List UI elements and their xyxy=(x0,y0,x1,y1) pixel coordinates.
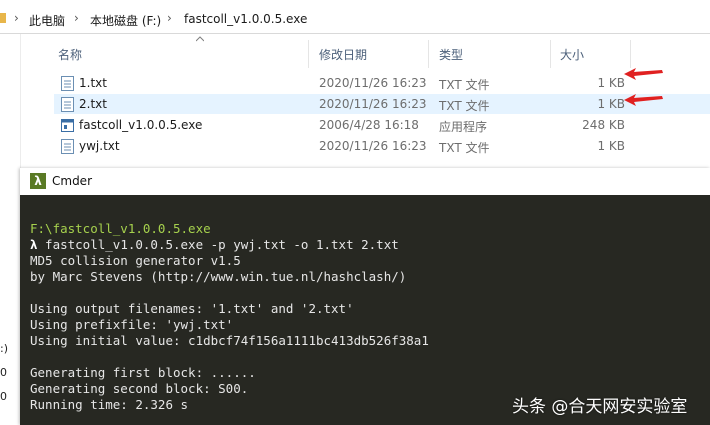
exe-file-icon xyxy=(61,119,74,132)
column-header-name[interactable]: 名称 xyxy=(58,46,82,63)
cmder-title-bar[interactable]: λ Cmder xyxy=(20,168,710,196)
file-type: TXT 文件 xyxy=(439,99,490,113)
column-header-date[interactable]: 修改日期 xyxy=(319,46,367,63)
watermark: 头条 @合天网安实验室 xyxy=(512,397,688,417)
file-row-fastcoll-exe[interactable]: fastcoll_v1.0.0.5.exe 2006/4/28 16:18 应用… xyxy=(54,115,710,135)
file-date: 2006/4/28 16:18 xyxy=(319,118,419,132)
file-size: 1 KB xyxy=(597,139,625,153)
column-headers: 名称 修改日期 类型 大小 xyxy=(20,34,710,68)
terminal-line-command: λ fastcoll_v1.0.0.5.exe -p ywj.txt -o 1.… xyxy=(30,237,399,252)
strip-text: 0 xyxy=(0,366,7,379)
file-date: 2020/11/26 16:23 xyxy=(319,97,427,111)
breadcrumb-separator-icon: › xyxy=(167,11,172,25)
file-date: 2020/11/26 16:23 xyxy=(319,139,427,153)
file-type: TXT 文件 xyxy=(439,78,490,92)
file-type: 应用程序 xyxy=(439,120,488,134)
terminal-line: Using prefixfile: 'ywj.txt' xyxy=(30,317,234,332)
file-name: 2.txt xyxy=(79,97,107,111)
breadcrumb-item-drive[interactable]: 本地磁盘 (F:) xyxy=(90,12,161,29)
terminal-line: Generating second block: S00. xyxy=(30,381,249,396)
breadcrumb-item-folder[interactable]: fastcoll_v1.0.0.5.exe xyxy=(184,12,307,26)
text-file-icon xyxy=(61,97,74,112)
prompt-lambda: λ xyxy=(30,237,38,252)
terminal-line: Using initial value: c1dbcf74f156a1111bc… xyxy=(30,333,429,348)
folder-icon xyxy=(0,13,6,23)
column-divider[interactable] xyxy=(428,40,429,68)
strip-text: :) xyxy=(0,342,8,355)
file-date: 2020/11/26 16:23 xyxy=(319,76,427,90)
file-name: 1.txt xyxy=(79,76,107,90)
file-row-2-txt[interactable]: 2.txt 2020/11/26 16:23 TXT 文件 1 KB xyxy=(54,94,710,114)
terminal-line: MD5 collision generator v1.5 xyxy=(30,253,241,268)
column-divider[interactable] xyxy=(550,40,551,68)
terminal-line-cwd: F:\fastcoll_v1.0.0.5.exe xyxy=(30,221,211,236)
annotation-arrow-icon xyxy=(624,68,663,80)
file-row-ywj-txt[interactable]: ywj.txt 2020/11/26 16:23 TXT 文件 1 KB xyxy=(54,136,710,156)
strip-text: 0 xyxy=(0,390,7,403)
annotation-arrow-icon xyxy=(624,94,663,106)
file-size: 1 KB xyxy=(597,76,625,90)
breadcrumb-separator-icon: › xyxy=(14,11,19,25)
file-row-1-txt[interactable]: 1.txt 2020/11/26 16:23 TXT 文件 1 KB xyxy=(54,73,710,93)
text-file-icon xyxy=(61,76,74,91)
navigation-pane[interactable] xyxy=(0,34,21,168)
terminal-line: by Marc Stevens (http://www.win.tue.nl/h… xyxy=(30,269,407,284)
text-file-icon xyxy=(61,139,74,154)
column-divider[interactable] xyxy=(308,40,309,68)
column-divider[interactable] xyxy=(630,40,631,68)
file-size: 248 KB xyxy=(582,118,625,132)
cmder-window: λ Cmder F:\fastcoll_v1.0.0.5.exe λ fastc… xyxy=(20,168,710,425)
terminal-line: Using output filenames: '1.txt' and '2.t… xyxy=(30,301,354,316)
column-header-size[interactable]: 大小 xyxy=(560,46,584,63)
address-bar[interactable]: › 此电脑 › 本地磁盘 (F:) › fastcoll_v1.0.0.5.ex… xyxy=(0,0,710,34)
breadcrumb-separator-icon: › xyxy=(74,11,79,25)
cmder-lambda-icon: λ xyxy=(30,173,46,189)
terminal-line: Running time: 2.326 s xyxy=(30,397,189,412)
sort-ascending-icon xyxy=(196,36,204,42)
terminal-line: Generating first block: ...... xyxy=(30,365,256,380)
file-type: TXT 文件 xyxy=(439,141,490,155)
file-name: ywj.txt xyxy=(79,139,120,153)
window-title: Cmder xyxy=(52,174,93,188)
file-size: 1 KB xyxy=(597,97,625,111)
background-window-strip: :) 0 0 xyxy=(0,168,20,425)
command-text: fastcoll_v1.0.0.5.exe -p ywj.txt -o 1.tx… xyxy=(37,237,399,252)
column-header-type[interactable]: 类型 xyxy=(439,46,463,63)
breadcrumb-item-this-pc[interactable]: 此电脑 xyxy=(29,12,65,29)
file-explorer: › 此电脑 › 本地磁盘 (F:) › fastcoll_v1.0.0.5.ex… xyxy=(0,0,710,168)
terminal-output[interactable]: F:\fastcoll_v1.0.0.5.exe λ fastcoll_v1.0… xyxy=(20,195,710,425)
file-name: fastcoll_v1.0.0.5.exe xyxy=(79,118,203,132)
